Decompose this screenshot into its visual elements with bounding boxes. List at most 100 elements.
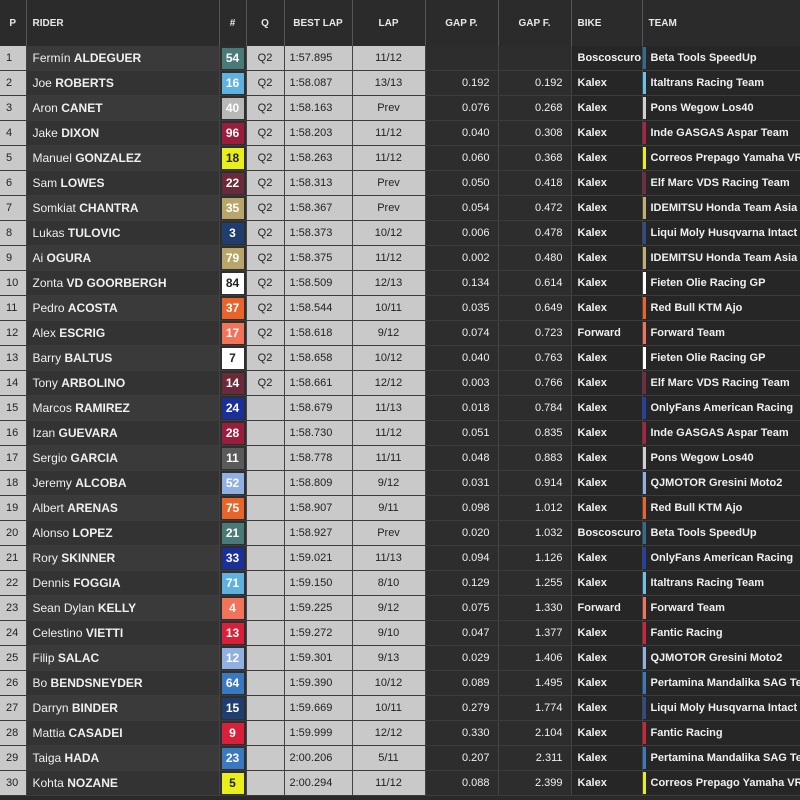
team-name: Inde GASGAS Aspar Team [650,126,789,139]
best-lap-cell: 2:00.206 [284,745,353,771]
team-name: Beta Tools SpeedUp [650,526,757,539]
gap-previous-cell: 0.018 [425,395,499,421]
col-header-team[interactable]: TEAM [642,0,800,46]
table-row[interactable]: 5 Manuel GONZALEZ 18 Q2 1:58.263 11/12 0.060 0.… [0,145,800,171]
best-lap-cell: 1:58.203 [284,120,353,146]
rider-first-name: Mattia [32,726,66,740]
table-row[interactable]: 25 Filip SALAC 12 1:59.301 9/13 0.029 1.406 Kal… [0,645,800,671]
table-row[interactable]: 15 Marcos RAMIREZ 24 1:58.679 11/13 0.018 0.78… [0,395,800,421]
table-row[interactable]: 20 Alonso LOPEZ 21 1:58.927 Prev 0.020 1.032 Bo… [0,520,800,546]
best-lap-cell: 1:59.225 [284,595,353,621]
col-header-bike[interactable]: BIKE [571,0,643,46]
rider-first-name: Filip [32,651,55,665]
table-row[interactable]: 13 Barry BALTUS 7 Q2 1:58.658 10/12 0.040 0.763… [0,345,800,371]
bike-cell: Kalex [571,245,643,271]
table-row[interactable]: 22 Dennis FOGGIA 71 1:59.150 8/10 0.129 1.255 K… [0,570,800,596]
position-cell: 3 [0,95,27,121]
rider-number-badge: 75 [221,497,244,519]
col-header-q[interactable]: Q [246,0,285,46]
lap-cell: 12/12 [352,720,426,746]
table-row[interactable]: 23 Sean Dylan KELLY 4 1:59.225 9/12 0.075 1.33… [0,595,800,621]
col-header-gap-p[interactable]: GAP P. [425,0,499,46]
table-row[interactable]: 11 Pedro ACOSTA 37 Q2 1:58.544 10/11 0.035 0.64… [0,295,800,321]
table-row[interactable]: 29 Taiga HADA 23 2:00.206 5/11 0.207 2.311 Kale… [0,745,800,771]
gap-previous-cell: 0.094 [425,545,499,571]
col-header-lap[interactable]: LAP [352,0,426,46]
col-header-rider[interactable]: RIDER [26,0,220,46]
team-name: Beta Tools SpeedUp [650,51,757,64]
table-row[interactable]: 21 Rory SKINNER 33 1:59.021 11/13 0.094 1.126 K… [0,545,800,571]
gap-first-cell: 0.478 [498,220,572,246]
table-row[interactable]: 9 Ai OGURA 79 Q2 1:58.375 11/12 0.002 0.480 Kale… [0,245,800,271]
col-header-gap-f[interactable]: GAP F. [498,0,572,46]
table-row[interactable]: 24 Celestino VIETTI 13 1:59.272 9/10 0.047 1.3… [0,620,800,646]
table-row[interactable]: 7 Somkiat CHANTRA 35 Q2 1:58.367 Prev 0.054 0.4… [0,195,800,221]
table-row[interactable]: 12 Alex ESCRIG 17 Q2 1:58.618 9/12 0.074 0.723 F… [0,320,800,346]
team-color-bar [642,572,646,594]
rider-number-badge: 84 [221,272,244,294]
table-row[interactable]: 30 Kohta NOZANE 5 2:00.294 11/12 0.088 2.399 Ka… [0,770,800,796]
rider-first-name: Ai [32,251,44,265]
gap-first-cell: 1.012 [498,495,572,521]
col-header-p[interactable]: P [0,0,27,46]
team-name: Pertamina Mandalika SAG Team [650,751,800,764]
position-cell: 9 [0,245,27,271]
rider-number-badge: 9 [221,722,244,744]
table-row[interactable]: 6 Sam LOWES 22 Q2 1:58.313 Prev 0.050 0.418 Kale… [0,170,800,196]
table-row[interactable]: 19 Albert ARENAS 75 1:58.907 9/11 0.098 1.012 K… [0,495,800,521]
lap-cell: Prev [352,95,426,121]
number-cell: 96 [219,120,247,146]
qualifying-cell [246,645,285,671]
gap-previous-cell: 0.089 [425,670,499,696]
gap-previous-cell: 0.074 [425,320,499,346]
bike-cell: Boscoscuro [571,520,643,546]
number-cell: 75 [219,495,247,521]
rider-cell: Kohta NOZANE [26,770,220,796]
team-name: Italtrans Racing Team [650,76,765,89]
table-row[interactable]: 27 Darryn BINDER 15 1:59.669 10/11 0.279 1.774… [0,695,800,721]
team-cell: Forward Team [642,595,800,621]
rider-cell: Jeremy ALCOBA [26,470,220,496]
table-row[interactable]: 1 Fermín ALDEGUER 54 Q2 1:57.895 11/12 Boscosc… [0,46,800,71]
rider-first-name: Sam [32,176,58,190]
qualifying-cell: Q2 [246,46,285,71]
gap-previous-cell: 0.031 [425,470,499,496]
team-cell: Italtrans Racing Team [642,570,800,596]
rider-number-badge: 3 [221,222,244,244]
rider-last-name: DIXON [61,126,100,140]
rider-cell: Dennis FOGGIA [26,570,220,596]
rider-last-name: GUEVARA [58,426,118,440]
table-row[interactable]: 28 Mattia CASADEI 9 1:59.999 12/12 0.330 2.104… [0,720,800,746]
gap-first-cell: 0.418 [498,170,572,196]
position-cell: 28 [0,720,27,746]
table-row[interactable]: 18 Jeremy ALCOBA 52 1:58.809 9/12 0.031 0.914 K… [0,470,800,496]
table-row[interactable]: 14 Tony ARBOLINO 14 Q2 1:58.661 12/12 0.003 0.7… [0,370,800,396]
gap-previous-cell: 0.047 [425,620,499,646]
team-color-bar [642,72,646,94]
team-color-bar [642,472,646,494]
table-row[interactable]: 16 Izan GUEVARA 28 1:58.730 11/12 0.051 0.835 K… [0,420,800,446]
team-name: IDEMITSU Honda Team Asia [650,201,798,214]
rider-cell: Fermín ALDEGUER [26,46,220,71]
table-row[interactable]: 3 Aron CANET 40 Q2 1:58.163 Prev 0.076 0.268 Kal… [0,95,800,121]
table-row[interactable]: 4 Jake DIXON 96 Q2 1:58.203 11/12 0.040 0.308 Ka… [0,120,800,146]
team-color-bar [642,747,646,769]
col-header-number[interactable]: # [219,0,247,46]
rider-cell: Lukas TULOVIC [26,220,220,246]
col-header-best-lap[interactable]: BEST LAP [284,0,353,46]
team-cell: Liqui Moly Husqvarna Intact GP [642,695,800,721]
table-row[interactable]: 17 Sergio GARCIA 11 1:58.778 11/11 0.048 0.883… [0,445,800,471]
table-row[interactable]: 26 Bo BENDSNEYDER 64 1:59.390 10/12 0.089 1.49… [0,670,800,696]
gap-previous-cell: 0.192 [425,70,499,96]
table-row[interactable]: 2 Joe ROBERTS 16 Q2 1:58.087 13/13 0.192 0.192 K… [0,70,800,96]
bike-cell: Kalex [571,620,643,646]
number-cell: 22 [219,170,247,196]
rider-last-name: RAMIREZ [75,401,130,415]
table-row[interactable]: 8 Lukas TULOVIC 3 Q2 1:58.373 10/12 0.006 0.478… [0,220,800,246]
qualifying-cell: Q2 [246,270,285,296]
qualifying-cell [246,695,285,721]
gap-first-cell: 0.914 [498,470,572,496]
table-row[interactable]: 10 Zonta VD GOORBERGH 84 Q2 1:58.509 12/13 0.1… [0,270,800,296]
gap-previous-cell: 0.129 [425,570,499,596]
rider-cell: Sergio GARCIA [26,445,220,471]
